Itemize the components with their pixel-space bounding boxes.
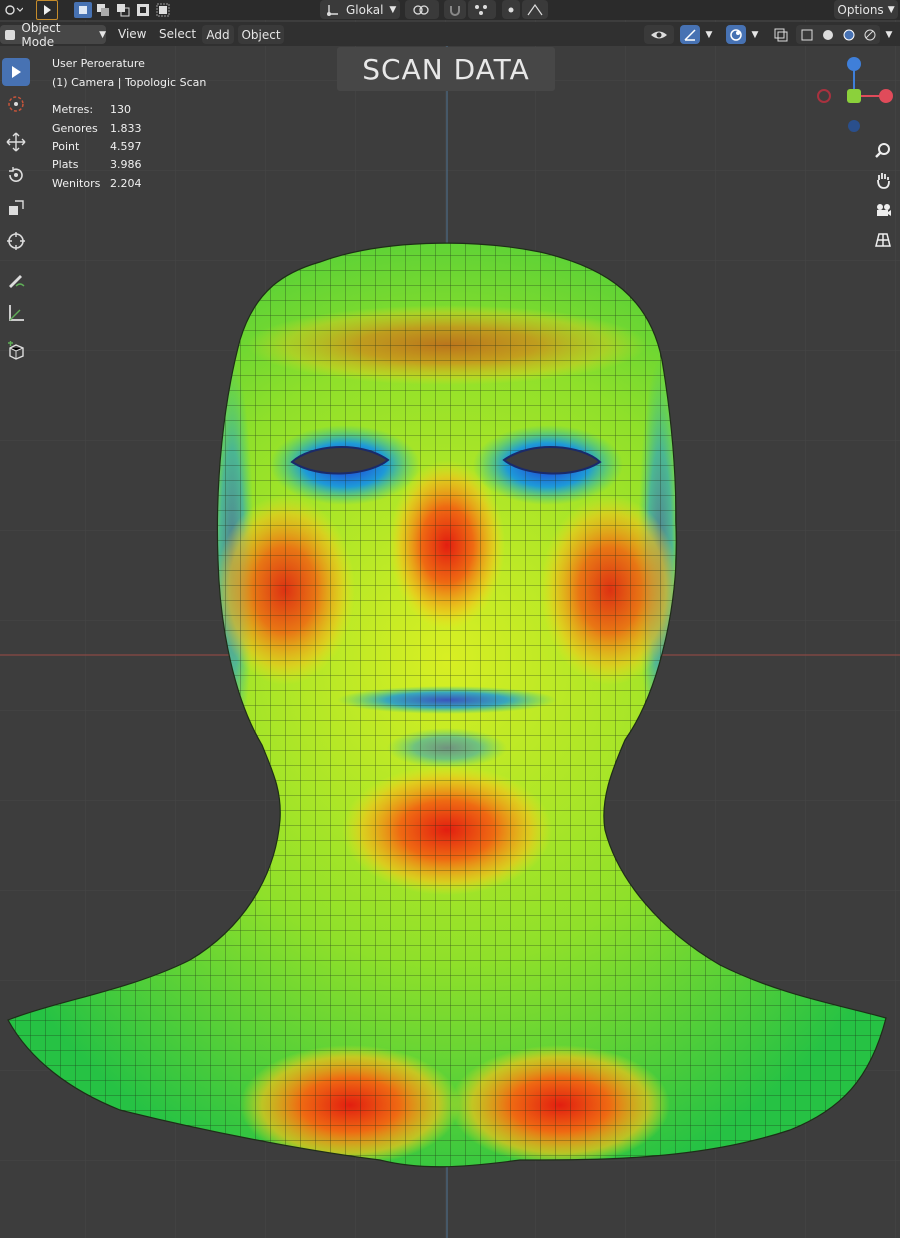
object-mode-icon	[5, 29, 15, 40]
proportional-falloff-dropdown[interactable]	[522, 0, 548, 19]
axis-z-icon[interactable]	[847, 57, 861, 71]
mode-label: Object Mode	[21, 20, 61, 49]
menu-select[interactable]: Select	[159, 27, 196, 41]
falloff-curve-icon	[527, 3, 543, 15]
overlay-icon	[730, 28, 742, 41]
select-intersect-icon[interactable]	[154, 2, 172, 18]
axis-neg-z-icon[interactable]	[848, 120, 860, 132]
scale-icon[interactable]	[2, 194, 30, 222]
select-mode-icon[interactable]	[36, 0, 58, 20]
chevron-down-icon: ▼	[887, 4, 895, 15]
chevron-down-icon: ▼	[99, 29, 106, 40]
pivot-icon	[413, 4, 429, 15]
menu-add-label: Add	[206, 27, 230, 42]
chevron-down-icon[interactable]: ▼	[702, 28, 716, 42]
proportional-edit-toggle[interactable]	[502, 0, 520, 19]
stat-value: 3.986	[110, 158, 142, 171]
menu-object[interactable]: Object	[238, 25, 284, 44]
magnet-icon	[450, 5, 460, 16]
viewport-title-label: SCAN DATA	[337, 47, 555, 91]
add-cube-icon[interactable]	[2, 337, 30, 365]
zoom-icon[interactable]	[870, 137, 896, 163]
rendered-shading-icon[interactable]	[863, 28, 877, 42]
menu-view[interactable]: View	[118, 27, 146, 41]
stat-value: 2.204	[110, 177, 142, 190]
snap-target-dropdown[interactable]	[468, 0, 496, 19]
cursor-icon[interactable]	[2, 90, 30, 118]
object-name: (1) Camera | Topologic Scan	[52, 76, 207, 89]
stat-label: Point	[52, 140, 80, 153]
measure-icon[interactable]	[2, 299, 30, 327]
snap-vertex-icon	[475, 4, 487, 15]
pivot-point-dropdown[interactable]	[405, 0, 439, 19]
gizmo-toggle[interactable]	[680, 25, 700, 44]
chevron-down-icon[interactable]: ▼	[748, 28, 762, 42]
shading-group	[796, 25, 880, 44]
axis-x-icon[interactable]	[879, 89, 893, 103]
select-extend-icon[interactable]	[94, 2, 112, 18]
gizmo-icon	[684, 28, 696, 41]
options-dropdown[interactable]: Options ▼	[834, 0, 898, 19]
move-icon[interactable]	[2, 128, 30, 156]
axis-y-icon[interactable]	[847, 89, 861, 103]
stat-label: Wenitors	[52, 177, 101, 190]
perspective-grid-icon[interactable]	[870, 227, 896, 253]
stat-label: Genores	[52, 122, 98, 135]
pan-hand-icon[interactable]	[870, 167, 896, 193]
axis-neg-x-icon[interactable]	[817, 89, 831, 103]
mode-dropdown[interactable]: Object Mode ▼	[0, 21, 106, 49]
viewport-header: Object Mode ▼ View Select Add Object ▼ ▼…	[0, 21, 900, 49]
stat-value: 130	[110, 103, 131, 116]
rotate-icon[interactable]	[2, 161, 30, 189]
top-toolbar: Glokal ▼ Options ▼	[0, 0, 900, 20]
menu-add[interactable]: Add	[202, 25, 234, 44]
stat-value: 1.833	[110, 122, 142, 135]
dot-icon	[508, 7, 514, 12]
select-subtract-icon[interactable]	[114, 2, 132, 18]
select-invert-icon[interactable]	[134, 2, 152, 18]
eye-icon	[651, 31, 667, 38]
stat-value: 4.597	[110, 140, 142, 153]
options-label: Options	[837, 2, 884, 17]
chevron-down-icon[interactable]: ▼	[882, 28, 896, 42]
camera-view-icon[interactable]	[870, 197, 896, 223]
orientation-icon	[327, 4, 338, 16]
xray-icon[interactable]	[772, 26, 790, 44]
stat-label: Metres:	[52, 103, 94, 116]
visibility-dropdown[interactable]	[644, 25, 674, 44]
transform-orientation-dropdown[interactable]: Glokal ▼	[320, 0, 400, 19]
material-shading-icon[interactable]	[842, 28, 856, 42]
navigation-gizmo[interactable]	[812, 52, 900, 142]
select-box-icon[interactable]	[2, 58, 30, 86]
snap-toggle[interactable]	[444, 0, 466, 19]
transform-orientation-label: Glokal	[346, 2, 384, 17]
transform-icon[interactable]	[2, 227, 30, 255]
select-new-icon[interactable]	[74, 2, 92, 18]
overlays-toggle[interactable]	[726, 25, 746, 44]
menu-object-label: Object	[241, 27, 281, 42]
editor-type-icon[interactable]	[2, 2, 24, 18]
stat-label: Plats	[52, 158, 79, 171]
annotate-icon[interactable]	[2, 266, 30, 294]
chevron-down-icon: ▼	[389, 4, 397, 15]
view-name: User Peroerature	[52, 57, 145, 70]
solid-shading-icon[interactable]	[821, 28, 835, 42]
wireframe-shading-icon[interactable]	[800, 28, 814, 42]
